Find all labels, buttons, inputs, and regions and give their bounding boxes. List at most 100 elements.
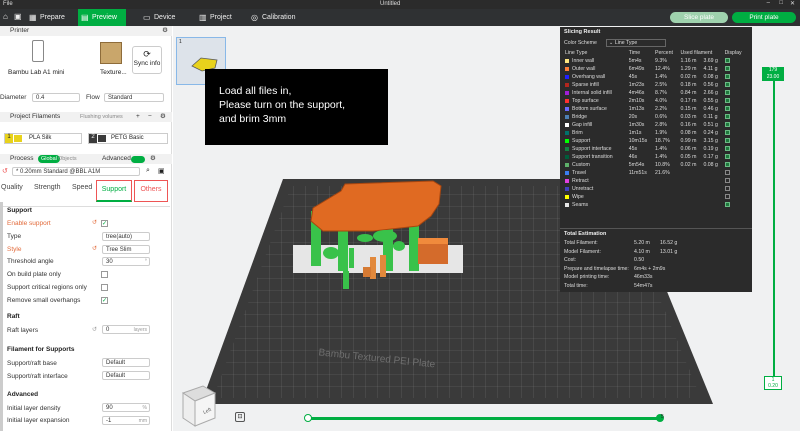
support-setting-input[interactable]: 30 ° bbox=[102, 257, 150, 267]
sync-info-button[interactable]: ⟳ Sync info bbox=[132, 46, 162, 74]
support-setting-checkbox[interactable] bbox=[101, 284, 108, 291]
line-color-swatch bbox=[565, 186, 569, 191]
support-setting-checkbox[interactable] bbox=[101, 271, 108, 279]
display-checkbox[interactable] bbox=[724, 105, 730, 111]
slice-plate-button[interactable]: Slice plate bbox=[670, 12, 728, 23]
process-preset-select[interactable]: * 0.20mm Standard @BBL A1M bbox=[12, 167, 140, 176]
settings-icon[interactable]: ⚙ bbox=[150, 154, 156, 164]
layer-slider-bottom-handle[interactable]: 1 0.20 bbox=[764, 376, 782, 390]
display-checkbox[interactable] bbox=[724, 113, 730, 119]
support-setting-checkbox[interactable]: ✓ bbox=[101, 220, 108, 227]
plate-thumbnail[interactable] bbox=[100, 42, 122, 64]
line-color-swatch bbox=[565, 170, 569, 175]
support-setting-label: Support critical regions only bbox=[7, 284, 87, 291]
support-setting-input[interactable]: tree(auto) bbox=[102, 231, 150, 241]
scrollbar[interactable] bbox=[0, 202, 3, 431]
printer-name[interactable]: Bambu Lab A1 mini bbox=[8, 69, 64, 76]
display-checkbox[interactable] bbox=[724, 145, 730, 151]
display-checkbox[interactable] bbox=[724, 97, 730, 103]
line-type-name: Support transition bbox=[572, 154, 613, 160]
display-checkbox[interactable] bbox=[724, 81, 730, 87]
line-color-swatch bbox=[565, 202, 569, 207]
line-color-swatch bbox=[565, 194, 569, 199]
color-scheme-select[interactable]: ⌄ Line Type bbox=[606, 39, 666, 47]
display-checkbox[interactable] bbox=[724, 201, 730, 207]
line-type-m bbox=[680, 193, 703, 201]
display-checkbox[interactable] bbox=[724, 129, 730, 135]
display-checkbox[interactable] bbox=[724, 137, 730, 143]
initial-layer-density-input[interactable]: 90% bbox=[102, 403, 150, 412]
display-checkbox[interactable] bbox=[724, 65, 730, 71]
tab-quality[interactable]: Quality bbox=[1, 184, 23, 191]
display-checkbox[interactable] bbox=[724, 57, 730, 63]
move-slider-handle-start[interactable] bbox=[304, 414, 312, 422]
line-type-g: 0.51 g bbox=[703, 122, 718, 128]
diameter-select[interactable]: 0.4 bbox=[32, 93, 80, 102]
remove-filament-icon[interactable]: − bbox=[148, 112, 152, 122]
save-preset-icon[interactable]: ▣ bbox=[158, 167, 165, 175]
home-icon[interactable]: ⌂ bbox=[3, 12, 8, 21]
support-setting-input[interactable]: Tree Slim bbox=[102, 244, 150, 254]
layer-slider-track[interactable] bbox=[773, 73, 775, 383]
global-toggle[interactable]: Global bbox=[38, 155, 60, 163]
display-checkbox[interactable] bbox=[724, 169, 730, 175]
line-type-g: 2.66 g bbox=[703, 90, 718, 96]
support-setting-checkbox[interactable]: ✓ bbox=[101, 296, 108, 304]
total-label: Prepare and timelapse time: bbox=[564, 265, 629, 272]
file-menu[interactable]: File bbox=[3, 1, 13, 7]
plate-type[interactable]: Texture... bbox=[100, 69, 127, 76]
printer-thumbnail[interactable] bbox=[32, 40, 44, 62]
flushing-volumes-button[interactable]: Flushing volumes bbox=[80, 112, 123, 122]
search-icon[interactable]: ⌕ bbox=[146, 167, 150, 175]
tab-others[interactable]: Others bbox=[134, 180, 168, 202]
support-setting-label: Threshold angle bbox=[7, 258, 54, 266]
reset-icon[interactable]: ↺ bbox=[92, 219, 97, 226]
screenshot-icon[interactable]: ⊡ bbox=[235, 412, 245, 422]
add-filament-icon[interactable]: + bbox=[136, 112, 140, 122]
support-base-select[interactable]: Default bbox=[102, 358, 150, 367]
gear-icon[interactable]: ⚙ bbox=[162, 26, 168, 36]
display-checkbox[interactable] bbox=[724, 193, 730, 199]
preview-icon: ▤ bbox=[81, 13, 89, 22]
maximize-icon[interactable]: □ bbox=[779, 0, 783, 6]
tab-calibration[interactable]: ◎ Calibration bbox=[248, 9, 308, 26]
tab-prepare[interactable]: ▦ Prepare bbox=[26, 9, 76, 26]
reset-icon[interactable]: ↺ bbox=[2, 167, 8, 175]
objects-toggle[interactable]: Objects bbox=[58, 155, 77, 163]
minimize-icon[interactable]: – bbox=[767, 0, 770, 6]
gear-icon[interactable]: ⚙ bbox=[160, 112, 166, 122]
close-icon[interactable]: ✕ bbox=[790, 0, 795, 7]
tab-device[interactable]: ▭ Device bbox=[140, 9, 186, 26]
move-slider-track[interactable] bbox=[307, 417, 659, 420]
support-interface-select[interactable]: Default bbox=[102, 371, 150, 380]
display-checkbox[interactable] bbox=[724, 161, 730, 167]
tab-preview[interactable]: ▤ Preview bbox=[78, 9, 126, 26]
filament-slot-2[interactable]: 2 PETG Basic bbox=[88, 133, 168, 144]
tab-speed[interactable]: Speed bbox=[72, 184, 92, 191]
display-checkbox[interactable] bbox=[724, 121, 730, 127]
initial-layer-expansion-input[interactable]: -1 mm bbox=[102, 416, 150, 425]
reset-icon[interactable]: ↺ bbox=[92, 245, 97, 252]
save-icon[interactable]: ▣ bbox=[14, 12, 22, 21]
filament-slot-1[interactable]: 1 PLA Silk bbox=[4, 133, 82, 144]
display-checkbox[interactable] bbox=[724, 89, 730, 95]
display-checkbox[interactable] bbox=[724, 73, 730, 79]
display-checkbox[interactable] bbox=[724, 177, 730, 183]
advanced-toggle[interactable] bbox=[131, 156, 145, 163]
project-icon: ▥ bbox=[199, 13, 207, 22]
line-color-swatch bbox=[565, 82, 569, 87]
line-type-pct: 1.4% bbox=[655, 74, 667, 80]
flow-select[interactable]: Standard bbox=[104, 93, 164, 102]
reset-icon[interactable]: ↺ bbox=[92, 326, 97, 333]
tab-strength[interactable]: Strength bbox=[34, 184, 60, 191]
print-plate-button[interactable]: Print plate bbox=[732, 12, 796, 23]
tab-project[interactable]: ▥ Project bbox=[196, 9, 246, 26]
layer-slider-top-handle[interactable]: 179 23.00 bbox=[762, 67, 784, 81]
line-color-swatch bbox=[565, 90, 569, 95]
display-checkbox[interactable] bbox=[724, 153, 730, 159]
raft-layers-input[interactable]: 0 layers bbox=[102, 325, 150, 334]
line-color-swatch bbox=[565, 98, 569, 103]
line-type-time: 20s bbox=[628, 114, 638, 120]
display-checkbox[interactable] bbox=[724, 185, 730, 191]
tab-support[interactable]: Support bbox=[96, 180, 132, 202]
